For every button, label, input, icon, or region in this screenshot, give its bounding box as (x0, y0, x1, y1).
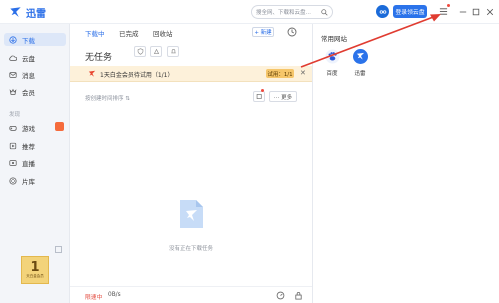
checklist-icon (256, 94, 262, 99)
sidebar-item-vip[interactable]: 会员 (4, 85, 66, 98)
search-box[interactable]: 搜全网、下载和云盘… (251, 5, 333, 19)
notification-dot (447, 4, 450, 7)
right-panel: 常用网站 百度 迅雷 (313, 24, 499, 303)
promo-number: 1 (30, 260, 40, 275)
sidebar-section-discover: 发现 (9, 112, 21, 118)
avatar-icon (379, 9, 386, 14)
xunlei-bird-icon (10, 7, 21, 18)
maximize-icon (472, 8, 479, 15)
sidebar-item-download[interactable]: 下载 (4, 33, 66, 46)
sort-dropdown[interactable]: 按创建时间排序 ⇅ (85, 94, 130, 102)
site-baidu[interactable]: 百度 (317, 49, 347, 77)
sidebar-item-live[interactable]: 直播 (4, 156, 66, 169)
sidebar: 下载 云盘 消息 会员 发现 游戏 推荐 直播 片库 1 天白金会员 (0, 24, 70, 303)
maximize-button[interactable] (470, 6, 481, 17)
xunlei-bird-icon (88, 70, 96, 77)
hamburger-icon (439, 8, 448, 15)
banner-close-icon[interactable]: ✕ (300, 69, 306, 77)
history-icon[interactable] (287, 27, 297, 37)
site-xunlei[interactable]: 迅雷 (345, 49, 375, 77)
sidebar-item-messages[interactable]: 消息 (4, 68, 66, 81)
vip-promo-card[interactable]: 1 天白金会员 (21, 256, 49, 284)
sidebar-item-label: 消息 (22, 71, 35, 80)
sidebar-item-label: 游戏 (22, 124, 35, 133)
xunlei-bird-icon (352, 49, 368, 64)
download-speed: 0B/s (108, 292, 121, 298)
site-label: 百度 (326, 71, 338, 77)
login-button[interactable]: 登录领云盘 (393, 5, 427, 18)
sidebar-item-label: 下载 (22, 36, 35, 45)
empty-file-icon (180, 200, 203, 228)
baidu-paw-icon (324, 49, 340, 64)
sidebar-item-label: 直播 (22, 159, 35, 168)
batch-select-button[interactable] (253, 91, 265, 102)
message-icon (9, 71, 17, 78)
tab-completed[interactable]: 已完成 (119, 28, 139, 38)
vip-trial-banner: 1天白金会员待试用（1/1） 试用：1/1 ✕ (70, 66, 312, 82)
menu-button[interactable] (438, 6, 449, 17)
sidebar-item-label: 云盘 (22, 54, 35, 63)
task-action-button[interactable] (150, 46, 162, 57)
new-task-button[interactable]: + 新建 (252, 27, 274, 37)
cloud-icon (9, 55, 17, 61)
more-button[interactable]: ⋯ 更多 (269, 91, 297, 102)
sidebar-item-label: 会员 (22, 88, 35, 97)
sidebar-item-film[interactable]: 片库 (4, 174, 66, 187)
empty-state-text: 没有正在下载任务 (168, 246, 213, 252)
task-action-button[interactable] (167, 46, 179, 57)
sidebar-item-label: 推荐 (22, 142, 35, 151)
tab-recycle-bin[interactable]: 回收站 (153, 28, 173, 38)
lock-icon[interactable] (294, 291, 303, 300)
avatar[interactable] (376, 5, 389, 18)
common-sites-title: 常用网站 (321, 35, 347, 43)
search-input[interactable]: 搜全网、下载和云盘… (256, 8, 311, 16)
title-bar: 迅雷 搜全网、下载和云盘… 登录领云盘 (0, 0, 499, 24)
download-icon (9, 35, 17, 44)
games-badge (55, 122, 64, 131)
promo-expand-icon[interactable] (55, 246, 62, 253)
task-action-button[interactable] (134, 46, 146, 57)
gamepad-icon (9, 125, 17, 131)
film-icon (9, 176, 17, 185)
notification-dot (261, 89, 264, 92)
app-logo: 迅雷 (9, 5, 46, 20)
sidebar-item-label: 片库 (22, 177, 35, 186)
speed-limit-label[interactable]: 限速中 (85, 292, 102, 301)
close-button[interactable] (484, 6, 495, 17)
minimize-button[interactable] (457, 6, 468, 17)
site-label: 迅雷 (354, 71, 366, 77)
trial-button[interactable]: 试用：1/1 (266, 69, 294, 78)
empty-task-title: 无任务 (85, 53, 113, 63)
banner-text: 1天白金会员待试用（1/1） (100, 72, 174, 79)
status-bar: 限速中 0B/s (70, 286, 312, 303)
shield-icon (137, 48, 143, 55)
search-icon[interactable] (321, 8, 328, 16)
tab-downloading[interactable]: 下载中 (85, 28, 105, 38)
vip-icon (9, 88, 17, 95)
download-panel: 下载中 已完成 回收站 + 新建 无任务 1天白金会员待试用（1/1） 试用：1… (70, 24, 313, 303)
app-title: 迅雷 (26, 9, 46, 20)
speed-limit-icon[interactable] (276, 291, 285, 300)
bell-icon (170, 49, 176, 54)
sidebar-item-cloud[interactable]: 云盘 (4, 51, 66, 64)
minimize-icon (459, 11, 466, 12)
recommend-icon (9, 142, 17, 149)
close-icon (486, 8, 493, 15)
live-icon (9, 159, 17, 166)
speed-icon (153, 48, 159, 54)
promo-text: 天白金会员 (26, 274, 44, 278)
sidebar-item-recommend[interactable]: 推荐 (4, 139, 66, 152)
